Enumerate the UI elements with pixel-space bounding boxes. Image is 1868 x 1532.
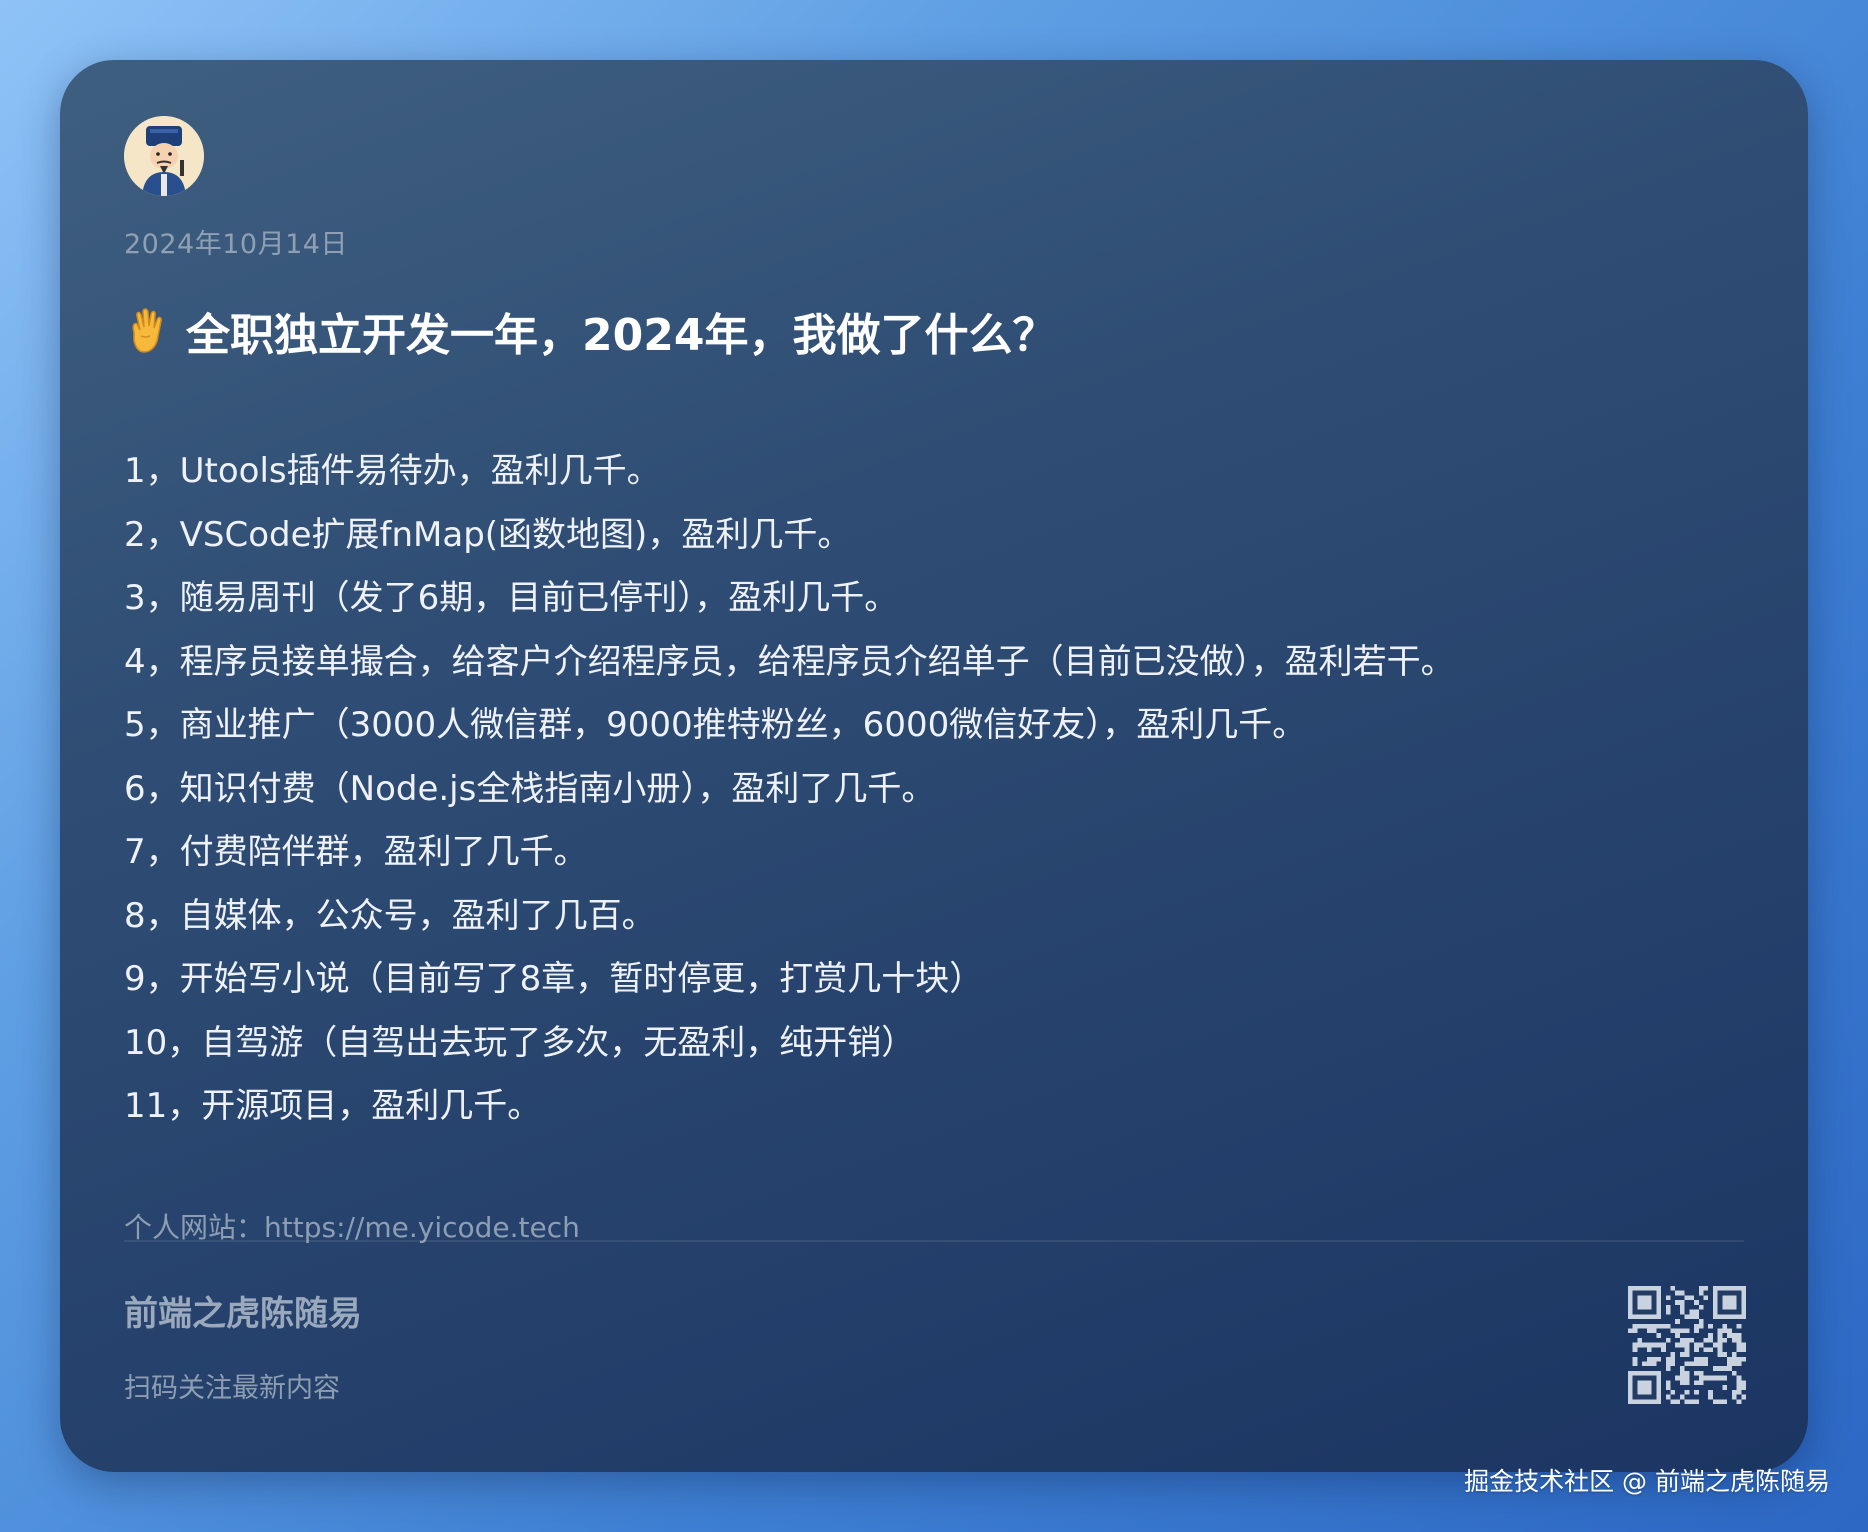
achievement-list: 1，Utools插件易待办，盈利几千。 2，VSCode扩展fnMap(函数地图… — [124, 440, 1455, 1139]
qr-code-icon — [1628, 1286, 1746, 1404]
post-title-row: 全职独立开发一年，2024年，我做了什么？ — [124, 300, 1056, 362]
avatar-image — [124, 116, 204, 196]
post-date: 2024年10月14日 — [124, 229, 348, 260]
watermark: 掘金技术社区 @ 前端之虎陈随易 — [1464, 1467, 1830, 1496]
list-item: 10，自驾游（自驾出去玩了多次，无盈利，纯开销） — [124, 1022, 916, 1063]
list-item: 4，程序员接单撮合，给客户介绍程序员，给程序员介绍单子（目前已没做），盈利若干。 — [124, 641, 1455, 682]
footer-divider — [124, 1240, 1744, 1242]
list-item: 11，开源项目，盈利几千。 — [124, 1086, 542, 1126]
post-card: 2024年10月14日 全职独立开发一年，2024年，我做了什么？ 1，Utoo… — [60, 60, 1808, 1472]
list-item: 9，开始写小说（目前写了8章，暂时停更，打赏几十块） — [124, 959, 984, 999]
list-item: 3，随易周刊（发了6期，目前已停刊），盈利几千。 — [124, 578, 899, 618]
list-item: 8，自媒体，公众号，盈利了几百。 — [124, 895, 656, 936]
post-title: 全职独立开发一年，2024年，我做了什么？ — [186, 310, 1057, 361]
avatar[interactable] — [124, 116, 204, 196]
list-item: 7，付费陪伴群，盈利了几千。 — [124, 832, 588, 872]
list-item: 2，VSCode扩展fnMap(函数地图)，盈利几千。 — [124, 514, 852, 555]
raised-hand-icon — [124, 306, 170, 356]
list-item: 1，Utools插件易待办，盈利几千。 — [124, 451, 661, 491]
author-name: 前端之虎陈随易 — [124, 1294, 362, 1334]
list-item: 5，商业推广（3000人微信群，9000推特粉丝，6000微信好友），盈利几千。 — [124, 705, 1307, 745]
scan-hint: 扫码关注最新内容 — [124, 1373, 340, 1404]
list-item: 6，知识付费（Node.js全栈指南小册），盈利了几千。 — [124, 768, 936, 809]
